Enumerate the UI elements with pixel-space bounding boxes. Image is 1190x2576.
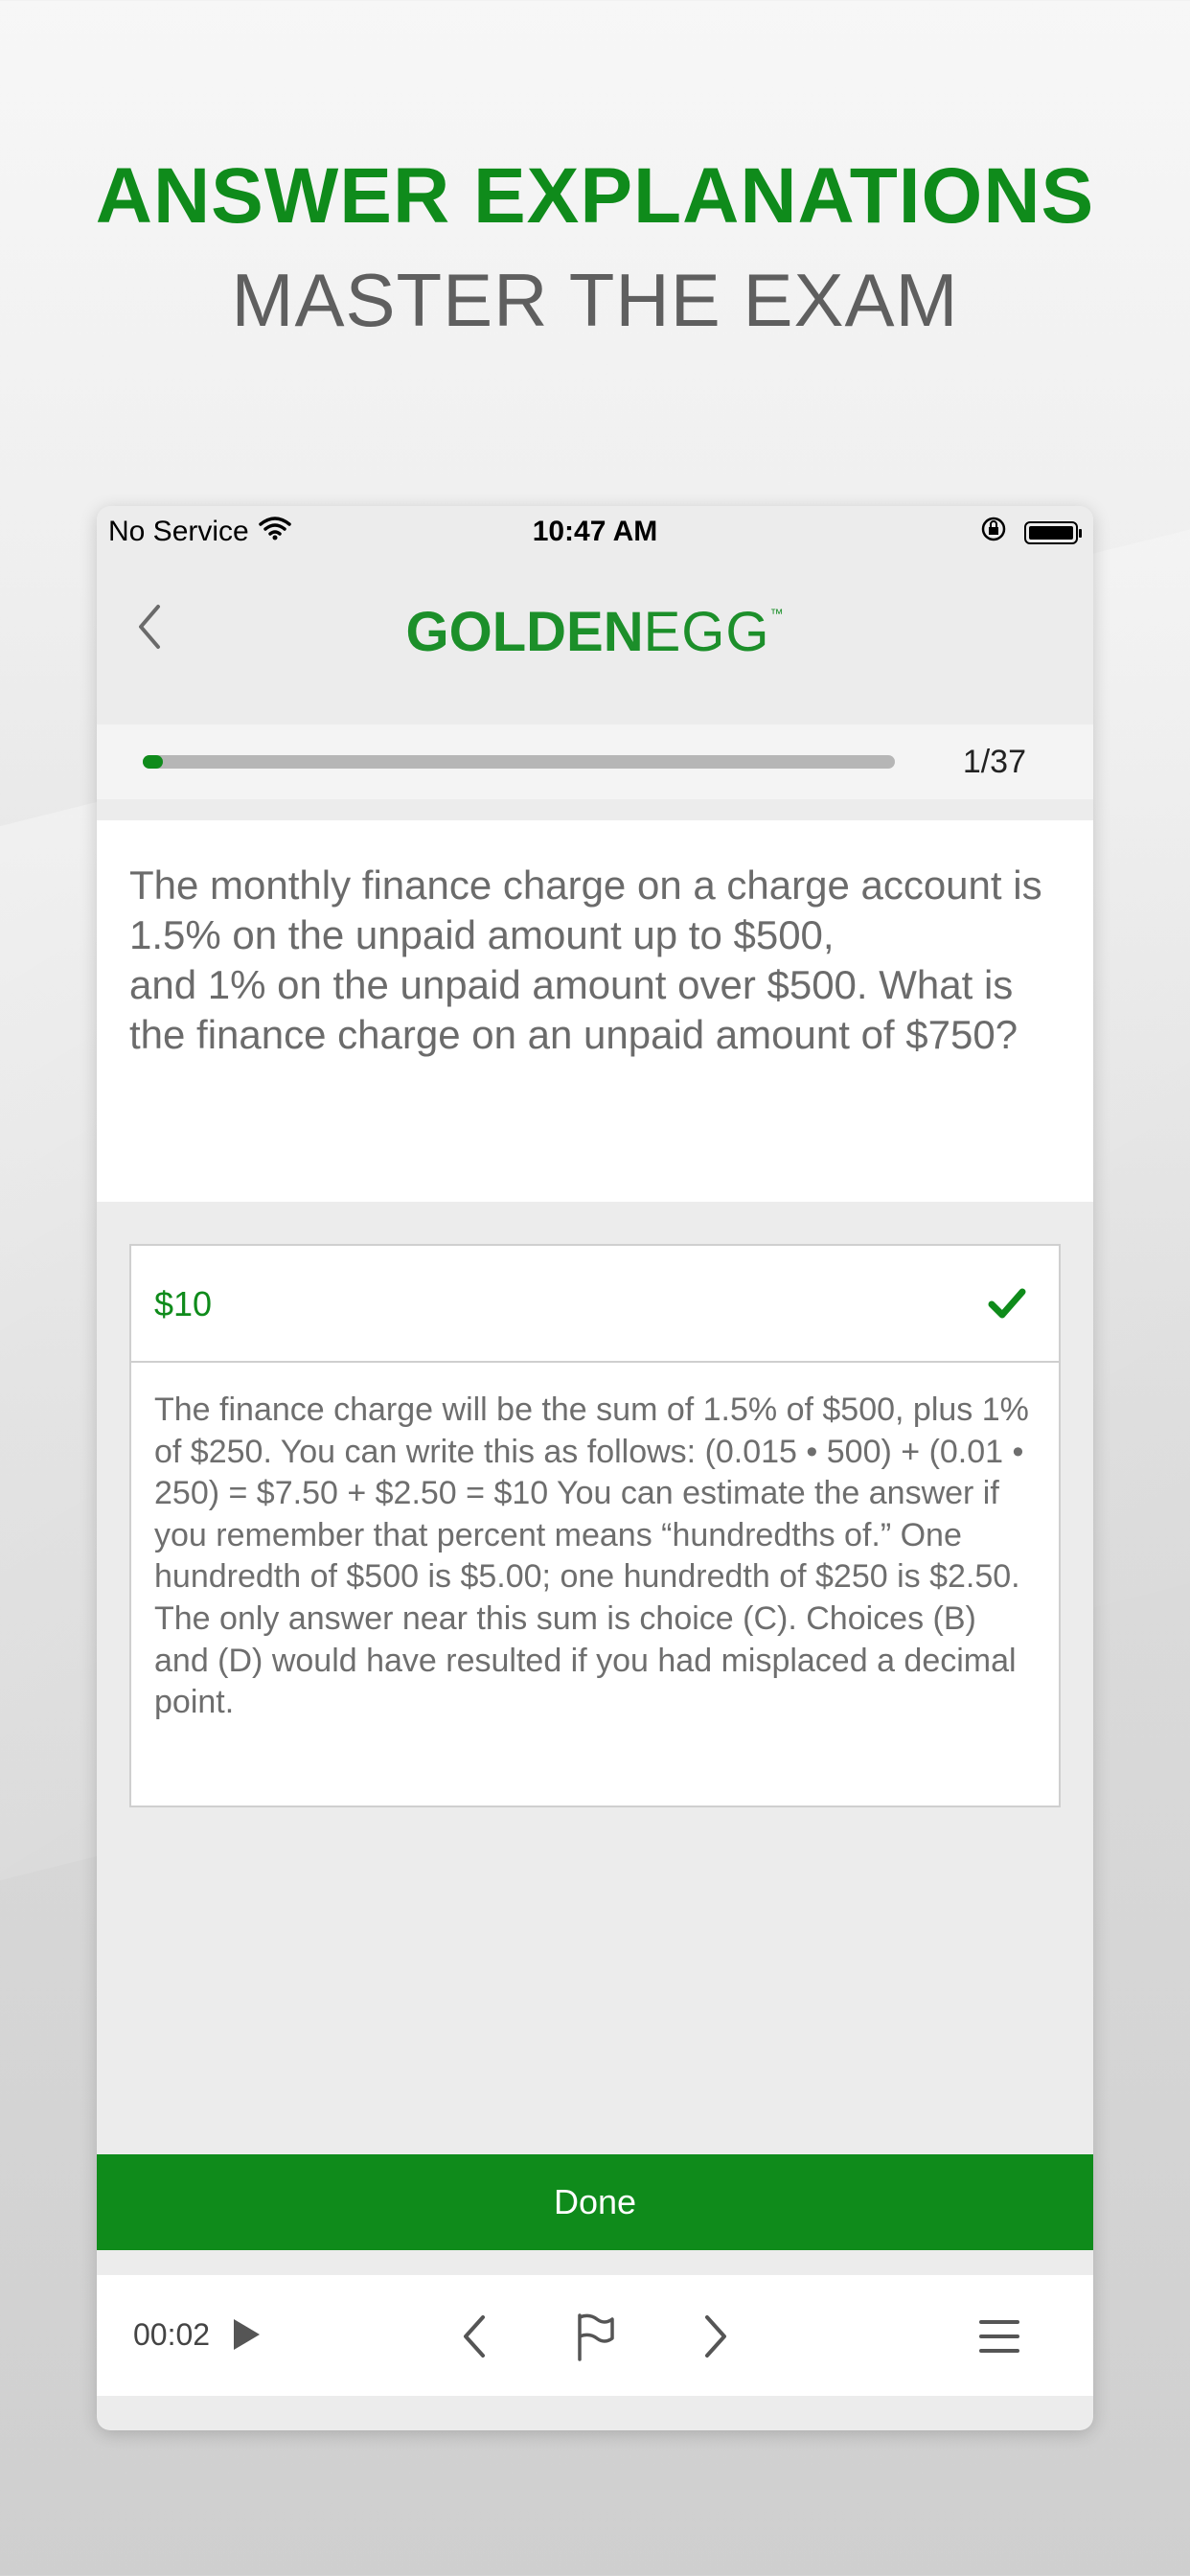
marketing-headline: ANSWER EXPLANATIONS — [95, 152, 1095, 240]
logo-trademark: ™ — [769, 606, 785, 621]
answer-option[interactable]: $10 — [131, 1246, 1059, 1363]
logo-text-thin: EGG — [643, 601, 770, 663]
checkmark-icon — [988, 1288, 1026, 1319]
nav-bar: GOLDENEGG™ — [97, 560, 1093, 694]
previous-question-button[interactable] — [447, 2310, 501, 2363]
progress-bar — [143, 755, 895, 769]
next-question-button[interactable] — [689, 2310, 743, 2363]
status-bar: No Service 10:47 AM — [97, 506, 1093, 560]
logo-text-bold: GOLDEN — [405, 601, 644, 663]
progress-row: 1/37 — [97, 724, 1093, 799]
bottom-toolbar: 00:02 — [97, 2275, 1093, 2396]
answer-explanation: The finance charge will be the sum of 1.… — [154, 1392, 1029, 1721]
question-text: The monthly finance charge on a charge a… — [129, 862, 1042, 1057]
orientation-lock-icon — [980, 516, 1007, 550]
previous-icon — [464, 2315, 485, 2358]
marketing-subheadline: MASTER THE EXAM — [231, 258, 959, 342]
battery-icon — [1024, 521, 1082, 544]
phone-screen: No Service 10:47 AM GOLDENEGG™ 1/37 The … — [97, 506, 1093, 2430]
progress-fill — [143, 755, 164, 769]
menu-icon — [979, 2320, 1019, 2353]
answer-card: $10 The finance charge will be the sum o… — [129, 1244, 1061, 1807]
app-logo: GOLDENEGG™ — [97, 600, 1093, 664]
play-icon[interactable] — [231, 2317, 262, 2352]
next-icon — [705, 2315, 726, 2358]
menu-button[interactable] — [973, 2310, 1026, 2363]
timer-label: 00:02 — [133, 2317, 211, 2352]
status-time: 10:47 AM — [532, 516, 658, 547]
flag-icon — [578, 2313, 614, 2361]
status-right — [980, 516, 1082, 550]
done-button[interactable]: Done — [97, 2154, 1093, 2250]
question-counter: 1/37 — [962, 744, 1026, 780]
flag-question-button[interactable] — [568, 2310, 622, 2363]
answer-label: $10 — [154, 1284, 213, 1323]
question-card: The monthly finance charge on a charge a… — [97, 820, 1093, 1202]
